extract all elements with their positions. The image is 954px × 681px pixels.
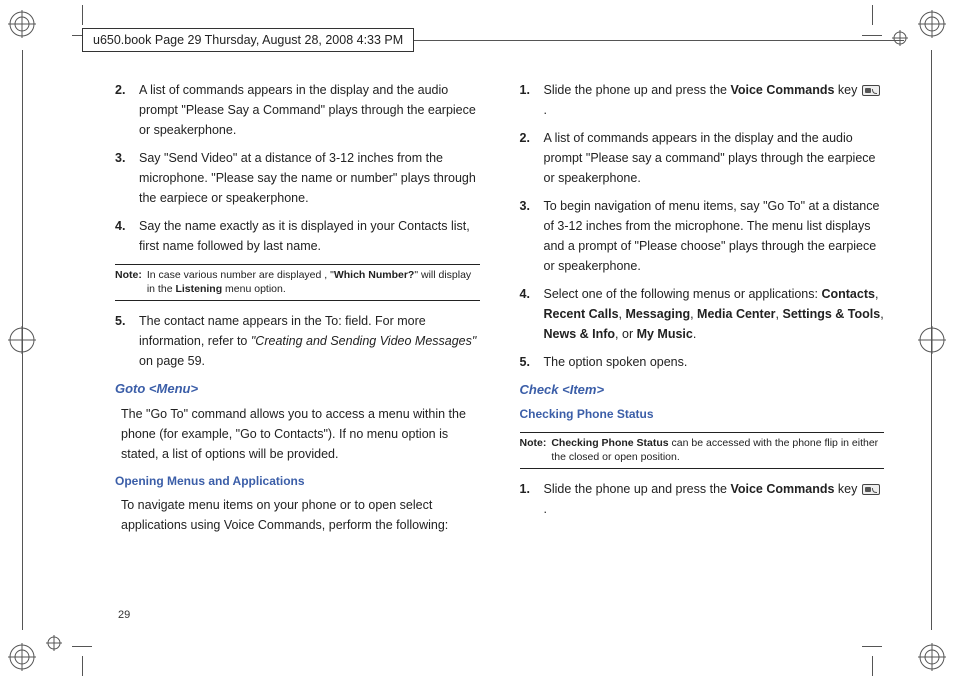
text: , [875, 287, 878, 301]
voice-commands-key-icon [862, 484, 880, 495]
list-text: The contact name appears in the To: fiel… [139, 311, 480, 371]
reg-mark-tl-corner [8, 10, 36, 38]
list-text: Say the name exactly as it is displayed … [139, 216, 480, 256]
list-number: 2. [520, 128, 544, 188]
cross-reference: "Creating and Sending Video Messages" [251, 334, 476, 348]
right-column: 1. Slide the phone up and press the Voic… [520, 80, 885, 621]
list-text: Slide the phone up and press the Voice C… [544, 80, 885, 120]
crop-mark-tr [862, 5, 902, 45]
text: , [776, 307, 783, 321]
text: In case various number are displayed , " [147, 269, 334, 281]
text: Slide the phone up and press the [544, 83, 731, 97]
text: . [693, 327, 696, 341]
list-item: 2. A list of commands appears in the dis… [115, 80, 480, 140]
list-text: A list of commands appears in the displa… [544, 128, 885, 188]
list-text: The option spoken opens. [544, 352, 885, 372]
text: , [690, 307, 697, 321]
list-item: 4. Select one of the following menus or … [520, 284, 885, 344]
bold-text: Voice Commands [730, 83, 834, 97]
text: key [834, 482, 860, 496]
bold-text: Which Number? [334, 269, 415, 281]
crop-mark-br [862, 636, 902, 676]
text: key [834, 83, 860, 97]
list-number: 1. [520, 479, 544, 519]
note-body: Checking Phone Status can be accessed wi… [549, 437, 884, 464]
list-text: Say "Send Video" at a distance of 3-12 i… [139, 148, 480, 208]
page-header: u650.book Page 29 Thursday, August 28, 2… [82, 28, 414, 52]
text: on page 59. [139, 354, 205, 368]
list-number: 4. [115, 216, 139, 256]
subheading-check-item: Check <Item> [520, 380, 885, 401]
subheading-opening-menus: Opening Menus and Applications [115, 472, 480, 491]
list-number: 5. [115, 311, 139, 371]
list-text: To begin navigation of menu items, say "… [544, 196, 885, 276]
text: , [880, 307, 883, 321]
note-block: Note: In case various number are display… [115, 264, 480, 301]
list-number: 4. [520, 284, 544, 344]
crop-mark-bl [52, 636, 92, 676]
list-item: 4. Say the name exactly as it is display… [115, 216, 480, 256]
text: . [544, 103, 547, 117]
note-label: Note: [520, 437, 547, 464]
note-label: Note: [115, 269, 142, 296]
page-number: 29 [118, 609, 130, 621]
list-number: 3. [520, 196, 544, 276]
list-text: Select one of the following menus or app… [544, 284, 885, 344]
text: Slide the phone up and press the [544, 482, 731, 496]
list-text: A list of commands appears in the displa… [139, 80, 480, 140]
list-item: 3. Say "Send Video" at a distance of 3-1… [115, 148, 480, 208]
subheading-checking-status: Checking Phone Status [520, 405, 885, 424]
paragraph: To navigate menu items on your phone or … [115, 495, 480, 535]
list-text: Slide the phone up and press the Voice C… [544, 479, 885, 519]
bold-text: Listening [175, 283, 222, 295]
reg-mark-br-corner [918, 643, 946, 671]
bold-text: News & Info [544, 327, 616, 341]
list-item: 5. The contact name appears in the To: f… [115, 311, 480, 371]
bold-text: Voice Commands [730, 482, 834, 496]
bold-text: Media Center [697, 307, 776, 321]
list-number: 1. [520, 80, 544, 120]
list-item: 3. To begin navigation of menu items, sa… [520, 196, 885, 276]
text: menu option. [222, 283, 286, 295]
list-item: 2. A list of commands appears in the dis… [520, 128, 885, 188]
reg-mark-right-mid [918, 326, 946, 354]
subheading-goto-menu: Goto <Menu> [115, 379, 480, 400]
bold-text: Messaging [625, 307, 690, 321]
voice-commands-key-icon [862, 85, 880, 96]
bold-text: Recent Calls [544, 307, 619, 321]
paragraph: The "Go To" command allows you to access… [115, 404, 480, 464]
page-content: 2. A list of commands appears in the dis… [115, 80, 884, 621]
bold-text: My Music [637, 327, 693, 341]
list-number: 2. [115, 80, 139, 140]
bold-text: Contacts [821, 287, 874, 301]
list-item: 5. The option spoken opens. [520, 352, 885, 372]
reg-mark-bl-corner [8, 643, 36, 671]
bold-text: Checking Phone Status [551, 437, 668, 449]
bold-text: Settings & Tools [783, 307, 881, 321]
list-item: 1. Slide the phone up and press the Voic… [520, 479, 885, 519]
side-rule-right [931, 50, 932, 630]
text: , or [615, 327, 637, 341]
list-number: 3. [115, 148, 139, 208]
reg-mark-tr-corner [918, 10, 946, 38]
note-block: Note: Checking Phone Status can be acces… [520, 432, 885, 469]
list-item: 1. Slide the phone up and press the Voic… [520, 80, 885, 120]
note-body: In case various number are displayed , "… [145, 269, 480, 296]
left-column: 2. A list of commands appears in the dis… [115, 80, 480, 621]
text: . [544, 502, 547, 516]
list-number: 5. [520, 352, 544, 372]
text: Select one of the following menus or app… [544, 287, 822, 301]
side-rule-left [22, 50, 23, 630]
